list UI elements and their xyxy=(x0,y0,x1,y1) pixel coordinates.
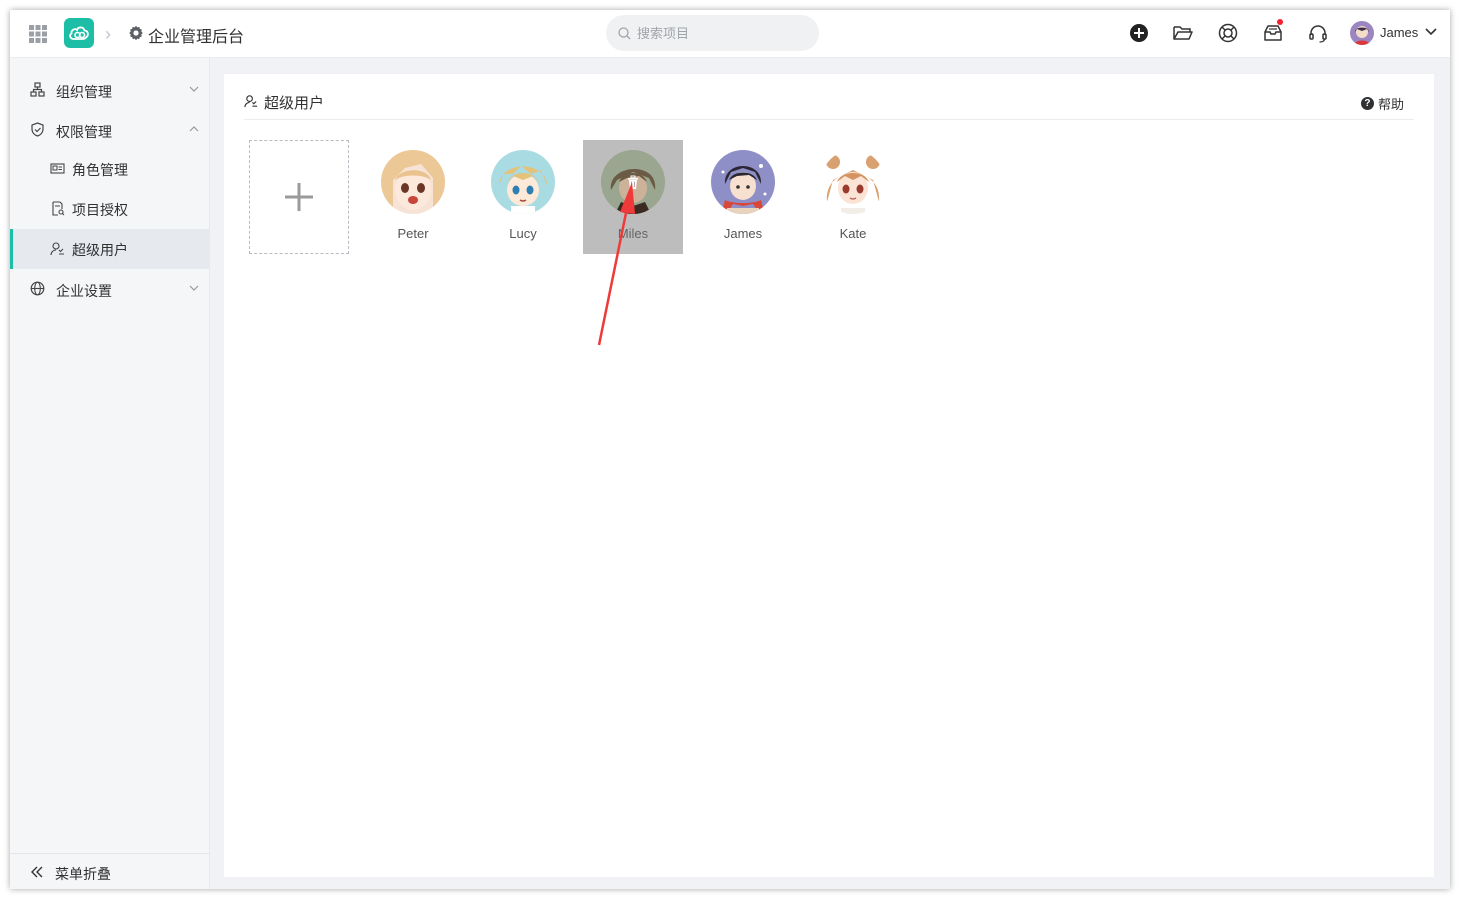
headset-icon[interactable] xyxy=(1307,22,1329,44)
breadcrumb-chevron-icon: › xyxy=(105,24,111,44)
avatar[interactable] xyxy=(1350,21,1374,45)
user-card-miles[interactable]: Miles xyxy=(583,140,683,254)
user-name: James xyxy=(723,226,763,241)
sidebar-item-roles[interactable]: 角色管理 xyxy=(10,149,210,189)
support-icon[interactable] xyxy=(1217,22,1239,44)
super-user-icon xyxy=(50,242,64,256)
globe-icon xyxy=(30,281,45,296)
sidebar-item-label: 项目授权 xyxy=(72,202,128,218)
chevron-down-icon xyxy=(189,86,199,92)
user-name: Miles xyxy=(617,226,649,241)
help-link[interactable]: ? 帮助 xyxy=(1360,94,1404,113)
user-card-james[interactable]: James xyxy=(693,140,793,254)
chevron-up-icon xyxy=(189,126,199,132)
help-icon: ? xyxy=(1360,97,1374,110)
plus-icon xyxy=(285,183,313,211)
content-panel: 超级用户 ? 帮助 Peter Lucy Miles James Kate xyxy=(224,74,1434,877)
add-circle-icon[interactable] xyxy=(1128,22,1150,44)
shield-icon xyxy=(31,122,44,137)
sidebar-item-super-user[interactable]: 超级用户 xyxy=(10,229,210,269)
user-card-kate[interactable]: Kate xyxy=(803,140,903,254)
user-name: Lucy xyxy=(509,226,537,241)
trash-icon[interactable] xyxy=(625,174,641,190)
user-card-peter[interactable]: Peter xyxy=(363,140,463,254)
help-label: 帮助 xyxy=(1377,97,1404,112)
id-card-icon xyxy=(50,163,65,174)
sidebar-item-label: 权限管理 xyxy=(56,124,112,140)
chevron-down-icon[interactable] xyxy=(1424,25,1438,39)
apps-grid-icon[interactable] xyxy=(28,24,48,44)
sidebar-item-permissions[interactable]: 权限管理 xyxy=(10,110,210,150)
search-bar[interactable] xyxy=(606,15,819,51)
chevron-down-icon xyxy=(189,285,199,291)
org-chart-icon xyxy=(30,82,45,97)
collapse-label: 菜单折叠 xyxy=(55,866,111,882)
sidebar-item-enterprise-settings[interactable]: 企业设置 xyxy=(10,279,210,319)
user-name: Kate xyxy=(839,226,867,241)
sidebar-item-label: 组织管理 xyxy=(56,84,112,100)
add-user-button[interactable] xyxy=(249,140,349,254)
gear-icon xyxy=(129,25,143,41)
sidebar-item-label: 角色管理 xyxy=(72,162,128,178)
search-icon xyxy=(618,26,631,39)
avatar xyxy=(821,150,885,214)
user-card-lucy[interactable]: Lucy xyxy=(473,140,573,254)
sidebar-item-label: 超级用户 xyxy=(72,242,128,258)
sidebar-item-label: 企业设置 xyxy=(56,283,112,299)
menu-collapse-button[interactable]: 菜单折叠 xyxy=(10,853,210,889)
notification-dot xyxy=(1277,19,1283,25)
folder-open-icon[interactable] xyxy=(1172,22,1194,44)
cloud-logo-icon[interactable] xyxy=(64,18,94,48)
double-chevron-left-icon xyxy=(31,866,43,878)
app-window: › 企业管理后台 搜索项目 James 组织管理 权限管理 角色管理 项目授权 … xyxy=(10,10,1450,889)
doc-key-icon xyxy=(52,201,65,216)
panel-title: 超级用户 xyxy=(264,95,325,112)
sidebar-item-org[interactable]: 组织管理 xyxy=(10,70,210,110)
user-name: Peter xyxy=(397,226,429,241)
user-name[interactable]: James xyxy=(1380,25,1418,40)
panel-header: 超级用户 ? 帮助 xyxy=(244,92,1414,120)
page-title: 企业管理后台 xyxy=(148,29,245,46)
avatar xyxy=(711,150,775,214)
search-input[interactable] xyxy=(637,25,807,41)
avatar xyxy=(491,150,555,214)
sidebar-item-project-auth[interactable]: 项目授权 xyxy=(10,189,210,229)
avatar xyxy=(381,150,445,214)
inbox-icon[interactable] xyxy=(1262,22,1284,44)
super-user-icon xyxy=(244,95,258,108)
top-bar: › 企业管理后台 搜索项目 James xyxy=(10,10,1450,58)
sidebar: 组织管理 权限管理 角色管理 项目授权 超级用户 企业设置 菜单折叠 xyxy=(10,58,210,889)
